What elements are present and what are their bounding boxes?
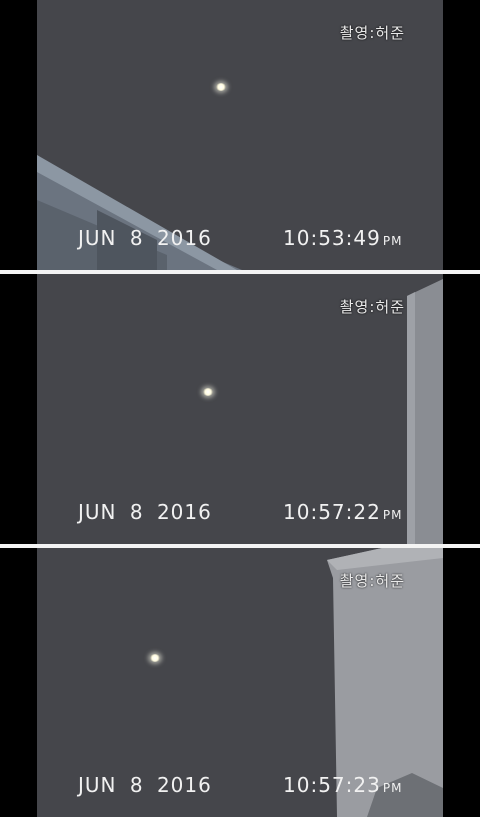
time-value: 10:57:22 <box>283 500 381 524</box>
date-stamp: JUN 8 2016 <box>78 773 212 797</box>
date-stamp: JUN 8 2016 <box>78 500 212 524</box>
video-frame-3: 촬영:허준 JUN 8 2016 10:57:23 PM <box>0 548 480 817</box>
time-value: 10:53:49 <box>283 226 381 250</box>
bright-light-point <box>150 654 160 662</box>
time-stamp: 10:53:49 PM <box>283 226 402 250</box>
video-frame-1: 촬영:허준 JUN 8 2016 10:53:49 PM <box>0 0 480 270</box>
time-meridiem: PM <box>382 508 403 522</box>
photo-credit: 촬영:허준 <box>339 298 405 316</box>
video-frame-2: 촬영:허준 JUN 8 2016 10:57:22 PM <box>0 274 480 544</box>
photo-credit: 촬영:허준 <box>339 572 405 590</box>
time-meridiem: PM <box>382 781 403 795</box>
time-meridiem: PM <box>382 234 403 248</box>
bright-light-point <box>203 388 213 396</box>
bright-light-point <box>216 83 226 91</box>
time-value: 10:57:23 <box>283 773 381 797</box>
time-stamp: 10:57:22 PM <box>283 500 402 524</box>
time-stamp: 10:57:23 PM <box>283 773 402 797</box>
photo-credit: 촬영:허준 <box>339 24 405 42</box>
date-stamp: JUN 8 2016 <box>78 226 212 250</box>
